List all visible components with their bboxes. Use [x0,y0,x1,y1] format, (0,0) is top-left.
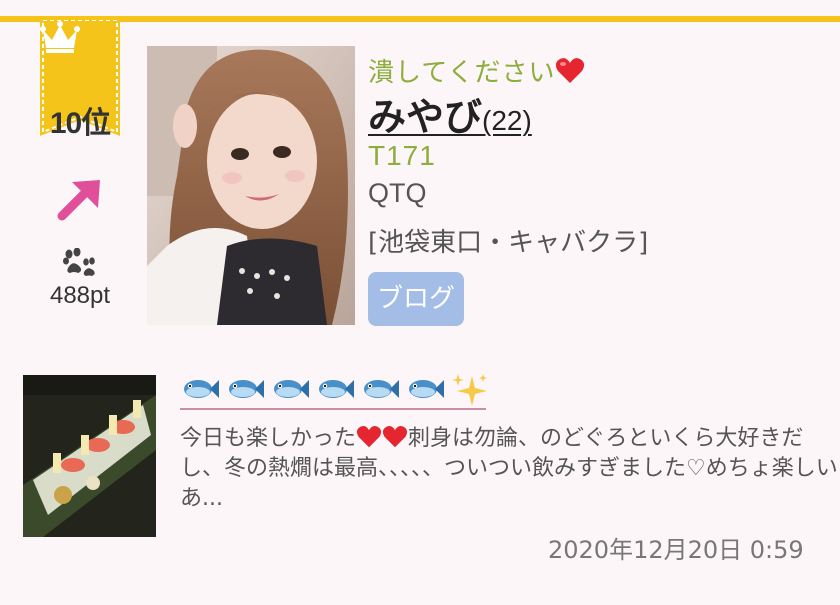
blog-entry-date: 2020年12月20日 0:59 [548,536,804,564]
up-right-arrow-icon [57,180,100,221]
rank-ribbon: 10位 [40,20,120,140]
rank-label: 10位 [49,107,111,140]
fish-icon [409,380,444,398]
crown-icon [40,21,80,53]
top-accent-bar [0,16,840,22]
fish-icon [319,380,354,398]
fish-icon [274,380,309,398]
shop-name: QTQ [368,178,427,208]
catchphrase: 潰してください [368,52,585,89]
sparkles-icon [452,374,487,406]
points-value: 488pt [49,282,111,309]
blog-entry-excerpt: 今日も楽しかった 刺身は勿論、のどぐろといくら大好きだし、冬の熱燗は最高、、、、、… [180,425,838,511]
paw-icon [63,248,95,276]
cast-name-link[interactable]: みやび(22) [368,86,532,141]
blog-entry-title[interactable] [180,372,487,410]
height-label: T171 [368,140,436,171]
fish-icon [184,380,219,398]
blog-button[interactable]: ブログ [368,272,464,326]
fish-icon [364,380,399,398]
area-category: [池袋東口・キャバクラ] [368,228,649,258]
heart-icon [382,425,408,448]
profile-photo[interactable] [147,46,355,325]
blog-thumbnail[interactable] [23,375,156,537]
fish-icon [229,380,264,398]
heart-icon [556,58,585,83]
heart-icon [356,425,382,448]
